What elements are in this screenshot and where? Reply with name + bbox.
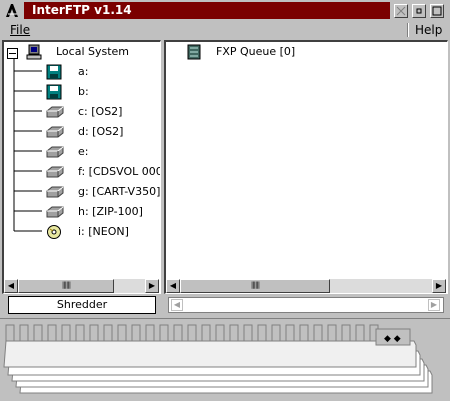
- tree-item-i[interactable]: i: [NEON]: [4, 222, 160, 242]
- queue-label: FXP Queue [0]: [216, 45, 296, 58]
- scroll-right-button[interactable]: ▶: [145, 279, 159, 293]
- shredder-tooth: [313, 324, 323, 342]
- tree-item-a[interactable]: a:: [4, 62, 160, 82]
- shredder-tooth: [89, 324, 99, 342]
- shredder-tooth: [299, 324, 309, 342]
- arrow-left-icon[interactable]: ◀: [171, 299, 183, 311]
- queue-item[interactable]: FXP Queue [0]: [166, 42, 446, 62]
- shredder-tooth: [187, 324, 197, 342]
- drive-label: i: [NEON]: [78, 225, 129, 238]
- shredder-tooth: [131, 324, 141, 342]
- scroll-right-button[interactable]: ▶: [432, 279, 446, 293]
- tree-item-g[interactable]: g: [CART-V350]: [4, 182, 161, 202]
- arrow-left-icon: ◀: [7, 281, 15, 290]
- tree-item-c[interactable]: c: [OS2]: [4, 102, 160, 122]
- shredder-tooth: [61, 324, 71, 342]
- drive-label: e:: [78, 145, 89, 158]
- drive-label: g: [CART-V350]: [78, 185, 161, 198]
- queue-scrollbar-disabled[interactable]: ◀ ▶: [168, 297, 444, 313]
- scroll-left-button[interactable]: ◀: [166, 279, 180, 293]
- shredder-tooth: [33, 324, 43, 342]
- arrow-right-icon: ▶: [148, 281, 156, 290]
- window-title: InterFTP v1.14: [32, 3, 132, 17]
- tree-root-label: Local System: [56, 45, 130, 58]
- scroll-thumb[interactable]: ||||||: [180, 279, 330, 293]
- maximize-button[interactable]: [430, 4, 444, 18]
- tree-item-d[interactable]: d: [OS2]: [4, 122, 160, 142]
- queue-server-icon: [186, 44, 202, 67]
- tree-item-e[interactable]: e:: [4, 142, 160, 162]
- shredder-tooth: [117, 324, 127, 342]
- arrow-left-icon: ◀: [169, 281, 177, 290]
- scroll-thumb[interactable]: ||||||: [18, 279, 114, 293]
- app-icon[interactable]: [4, 2, 21, 19]
- close-x-button[interactable]: [394, 4, 408, 18]
- tree-item-f[interactable]: f: [CDSVOL 0001: [4, 162, 161, 182]
- arrow-right-icon[interactable]: ▶: [428, 299, 440, 311]
- queue-pane[interactable]: FXP Queue [0] ◀ |||||| ▶: [164, 40, 448, 294]
- cd-drive-icon: [46, 224, 62, 247]
- tree-item-b[interactable]: b:: [4, 82, 160, 102]
- drive-label: a:: [78, 65, 89, 78]
- left-horizontal-scrollbar[interactable]: ◀ |||||| ▶: [4, 279, 159, 293]
- shredder-tooth: [19, 324, 29, 342]
- menu-file-label: File: [10, 23, 31, 37]
- shredder-tooth: [229, 324, 239, 342]
- tree-root-row[interactable]: Local System: [4, 42, 160, 62]
- shredder-tooth: [75, 324, 85, 342]
- shredder-tooth: [257, 324, 267, 342]
- drive-label: h: [ZIP-100]: [78, 205, 143, 218]
- shredder-tooth: [341, 324, 351, 342]
- menu-bar: File Help: [0, 22, 450, 39]
- svg-text:◆ ◆: ◆ ◆: [384, 334, 401, 344]
- local-tree-pane[interactable]: Local System a: b: c: [OS2] d: [OS2] e:: [2, 40, 161, 294]
- shredder-drop-target[interactable]: Shredder: [8, 296, 156, 314]
- scroll-left-button[interactable]: ◀: [4, 279, 18, 293]
- shredder-tooth: [173, 324, 183, 342]
- shredder-tooth: [201, 324, 211, 342]
- maximize-icon: [432, 6, 442, 16]
- grip-icon: ||||||: [61, 281, 71, 289]
- menu-file[interactable]: File: [10, 23, 30, 37]
- drive-label: d: [OS2]: [78, 125, 124, 138]
- arrow-right-icon: ▶: [435, 281, 443, 290]
- shredder-tooth: [285, 324, 295, 342]
- shredder-tooth: [47, 324, 57, 342]
- shredder-tooth: [159, 324, 169, 342]
- shredder-tooth: [327, 324, 337, 342]
- title-bar[interactable]: InterFTP v1.14: [0, 0, 450, 22]
- cross-icon: [396, 6, 406, 16]
- right-horizontal-scrollbar[interactable]: ◀ |||||| ▶: [166, 279, 446, 293]
- drive-label: c: [OS2]: [78, 105, 123, 118]
- menu-help-label: Help: [415, 23, 443, 37]
- tree-item-h[interactable]: h: [ZIP-100]: [4, 202, 160, 222]
- shredder-tooth: [243, 324, 253, 342]
- shredder-tooth: [271, 324, 281, 342]
- minimize-button[interactable]: [412, 4, 426, 18]
- shredder-tooth: [355, 324, 365, 342]
- drive-label: b:: [78, 85, 89, 98]
- menu-help[interactable]: Help: [415, 23, 442, 37]
- minimize-icon: [416, 8, 422, 14]
- paper-stack-graphic: ◆ ◆: [3, 324, 433, 394]
- menu-separator: [407, 23, 409, 37]
- shredder-panel: ◆ ◆: [0, 318, 450, 401]
- shredder-teeth: [5, 324, 379, 342]
- shredder-tooth: [103, 324, 113, 342]
- shredder-tooth: [145, 324, 155, 342]
- shredder-tooth: [5, 324, 15, 342]
- grip-icon: ||||||: [250, 281, 260, 289]
- shredder-tooth: [215, 324, 225, 342]
- drive-label: f: [CDSVOL 0001: [78, 165, 161, 178]
